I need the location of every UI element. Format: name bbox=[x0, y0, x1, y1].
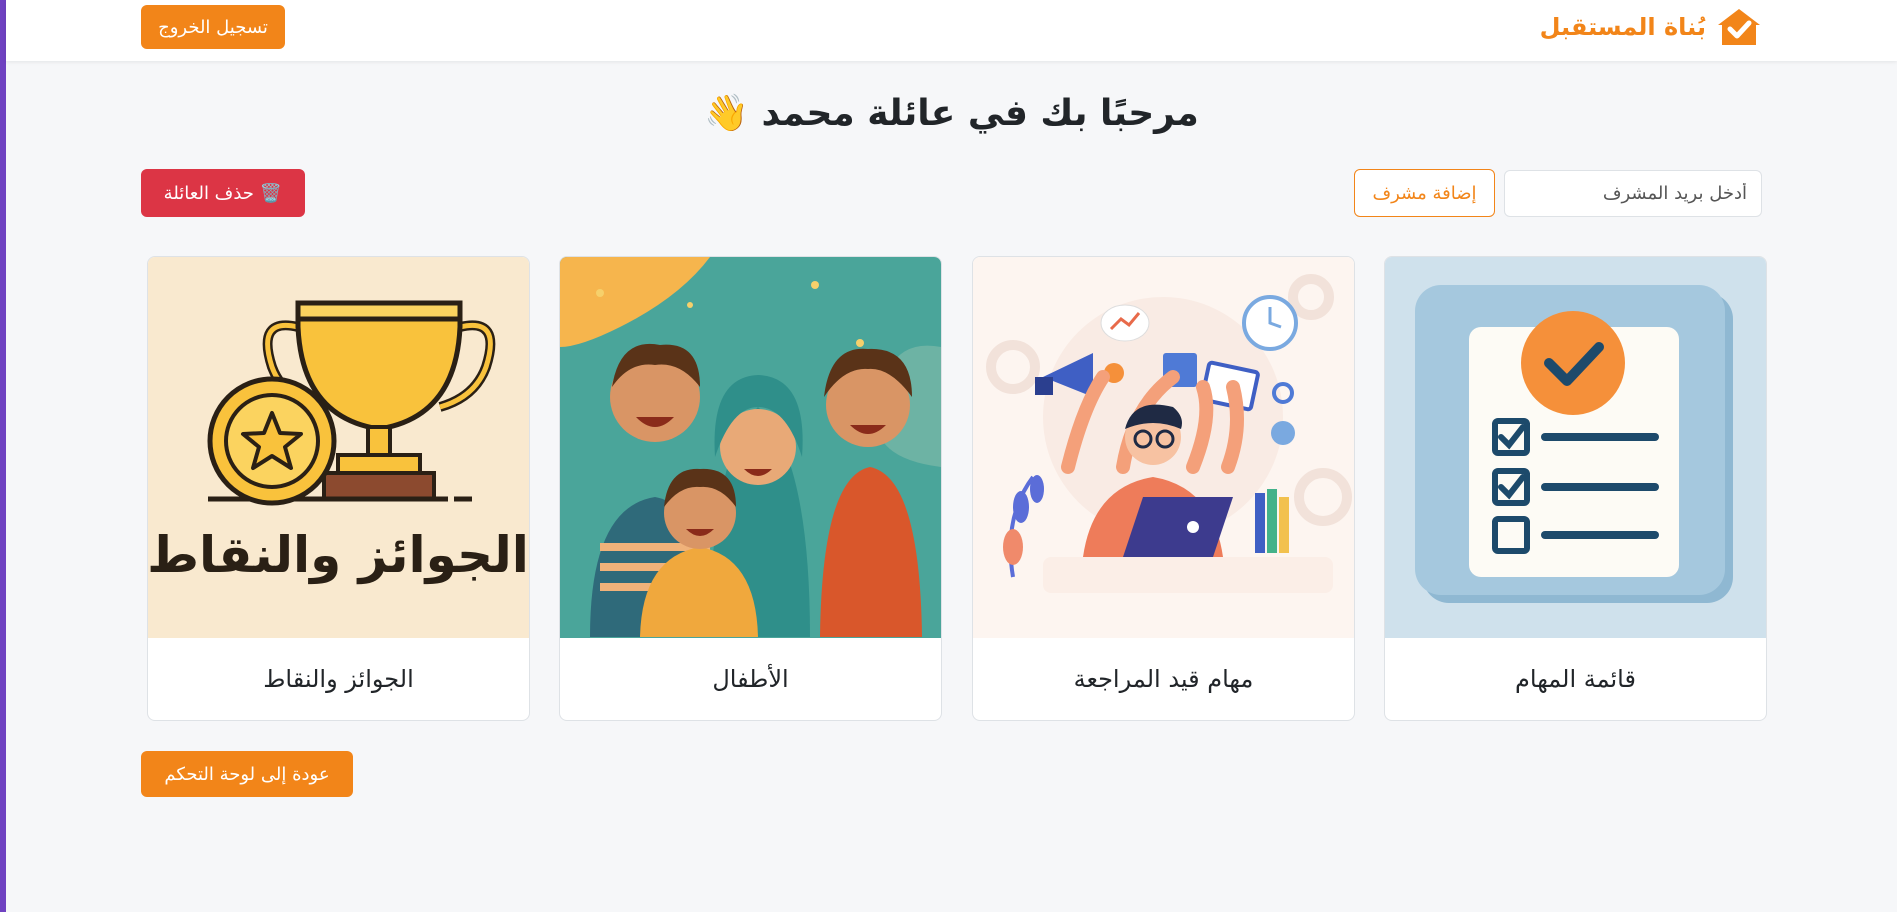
welcome-text: مرحبًا بك في عائلة محمد bbox=[761, 93, 1199, 134]
brand-name: بُناة المستقبل bbox=[1539, 13, 1706, 41]
brand[interactable]: بُناة المستقبل bbox=[1540, 4, 1762, 50]
card-task-list[interactable]: قائمة المهام bbox=[1384, 256, 1767, 721]
checklist-illustration-icon bbox=[1385, 257, 1766, 638]
back-to-dashboard-button[interactable]: عودة إلى لوحة التحكم bbox=[141, 751, 353, 797]
admin-email-input[interactable] bbox=[1504, 170, 1762, 217]
delete-family-button[interactable]: 🗑️ حذف العائلة bbox=[141, 169, 305, 217]
logout-button[interactable]: تسجيل الخروج bbox=[141, 5, 285, 49]
card-rewards-points[interactable]: الجوائز والنقاط الجوائز والنقاط bbox=[147, 256, 530, 721]
family-illustration-icon bbox=[560, 257, 941, 638]
trash-icon: 🗑️ bbox=[259, 182, 283, 204]
page-title: مرحبًا بك في عائلة محمد 👋 bbox=[6, 92, 1897, 134]
home-check-icon bbox=[1718, 9, 1760, 45]
card-title: الأطفال bbox=[712, 665, 789, 693]
waving-hand-icon: 👋 bbox=[704, 93, 749, 134]
trophy-illustration-icon: الجوائز والنقاط bbox=[148, 257, 529, 638]
card-children[interactable]: الأطفال bbox=[559, 256, 942, 721]
card-title: قائمة المهام bbox=[1515, 665, 1636, 693]
trophy-image-text: الجوائز والنقاط bbox=[148, 526, 529, 585]
navbar: بُناة المستقبل تسجيل الخروج bbox=[6, 0, 1897, 61]
card-title: مهام قيد المراجعة bbox=[1073, 665, 1254, 693]
delete-family-label: حذف العائلة bbox=[163, 182, 254, 204]
add-admin-button[interactable]: إضافة مشرف bbox=[1354, 169, 1495, 217]
card-tasks-under-review[interactable]: مهام قيد المراجعة bbox=[972, 256, 1355, 721]
card-title: الجوائز والنقاط bbox=[263, 665, 414, 693]
multitasking-illustration-icon bbox=[973, 257, 1354, 638]
